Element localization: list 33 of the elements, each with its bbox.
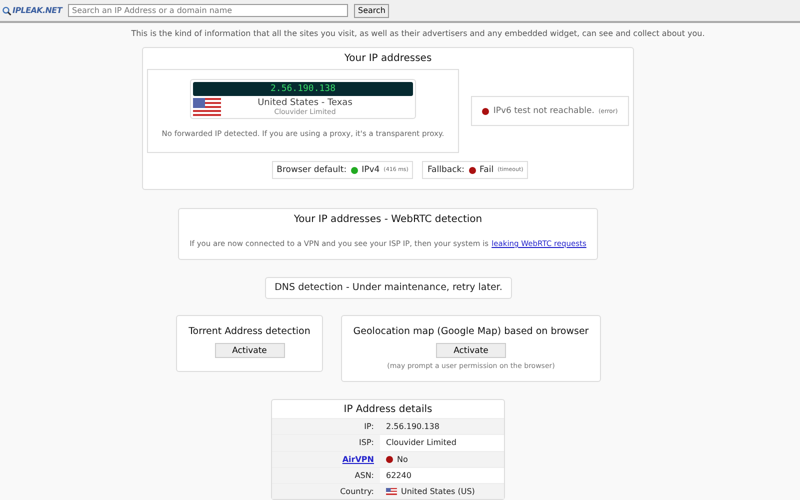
dns-status: DNS detection - Under maintenance, retry later. [265, 277, 512, 299]
detail-value: 2.56.190.138 [386, 422, 440, 432]
logo-text: IPLEAK.NET [12, 6, 62, 15]
ip-display: 2.56.190.138 [193, 82, 413, 96]
magnifier-icon [2, 4, 12, 16]
section-title: Your IP addresses [343, 53, 433, 64]
section-title: Your IP addresses - WebRTC detection [292, 214, 484, 225]
detail-label: IP: [364, 422, 374, 432]
flag-icon [193, 98, 221, 116]
detail-value: 62240 [386, 471, 412, 480]
detail-value: Clouvider Limited [386, 438, 456, 448]
section-title: IP Address details [342, 404, 434, 417]
site-logo[interactable]: IPLEAK.NET [2, 4, 62, 16]
activate-button[interactable]: Activate [436, 343, 506, 358]
detail-value: No [397, 454, 408, 464]
check-value: Fail [480, 165, 494, 175]
activate-button[interactable]: Activate [214, 343, 284, 358]
search-button[interactable]: Search [354, 4, 390, 18]
tool-title: Torrent Address detection [188, 326, 310, 337]
provider-link[interactable]: AirVPN [342, 454, 374, 464]
detail-label: Country: [340, 487, 374, 496]
tagline: This is the kind of information that all the sites you visit, as well as their advertisers and any embedded widget, can see and collect about you. [130, 29, 706, 38]
detail-label: ASN: [354, 471, 374, 480]
check-value: IPv4 [362, 165, 380, 175]
search-field[interactable]: Search an IP Address or a domain name [68, 4, 348, 17]
tool-title: Geolocation map (Google Map) based on browser [353, 326, 589, 337]
location-text: United States - Texas [256, 98, 354, 108]
detail-label: ISP: [359, 438, 374, 448]
ipv6-status: IPv6 test not reachable. [493, 106, 594, 116]
check-label: Fallback: [427, 165, 465, 175]
detail-value: United States (US) [401, 487, 475, 496]
check-label: Browser default: [276, 165, 347, 175]
flag-icon [386, 488, 397, 496]
